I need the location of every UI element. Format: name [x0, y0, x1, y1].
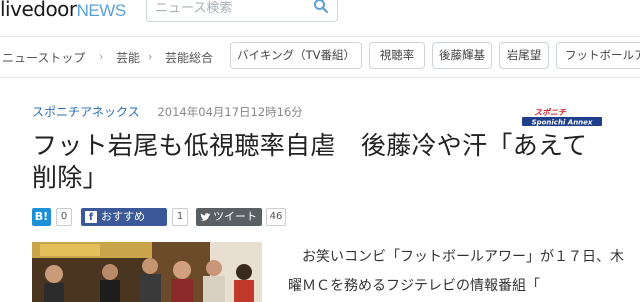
- twitter-bird-icon: [200, 213, 211, 221]
- sponichi-annex-logo[interactable]: スポニチ Sponichi Annex: [522, 106, 602, 126]
- article-title: フット岩尾も低視聴率自虐 後藤冷や汗「あえて削除」: [32, 131, 588, 192]
- tweet-label: ツイート: [213, 210, 257, 223]
- photo-image: [32, 242, 262, 302]
- tag-shichoritsu[interactable]: 視聴率: [369, 42, 425, 69]
- facebook-recommend-button[interactable]: f おすすめ: [81, 208, 167, 226]
- facebook-label: おすすめ: [101, 210, 145, 223]
- tag-iwao-nozomu[interactable]: 岩尾望: [499, 42, 549, 69]
- facebook-icon: f: [85, 211, 97, 223]
- hatena-bookmark-button[interactable]: B!: [32, 208, 51, 226]
- article-lead: お笑いコンビ「フットボールアワー」が１７日、木曜ＭＣを務めるフジテレビの情報番組…: [288, 243, 628, 301]
- site-logo[interactable]: livedoorNEWS: [0, 0, 126, 21]
- chevron-right-icon: ›: [148, 50, 153, 63]
- svg-text:スポニチ: スポニチ: [534, 108, 567, 117]
- search-input[interactable]: [155, 0, 305, 17]
- article-source[interactable]: スポニチアネックス: [32, 105, 140, 119]
- article-datetime: 2014年04月17日12時16分: [157, 105, 303, 119]
- facebook-count: 1: [172, 208, 188, 226]
- svg-text:Sponichi Annex: Sponichi Annex: [532, 118, 593, 126]
- tweet-button[interactable]: ツイート: [196, 208, 262, 226]
- article-photo[interactable]: [32, 242, 262, 302]
- tag-football-hour[interactable]: フットボールア: [556, 42, 640, 69]
- breadcrumb-bar: ニューストップ › 芸能 › 芸能総合 バイキング（TV番組） 視聴率 後藤輝基…: [0, 36, 640, 78]
- logo-livedoor: livedoor: [0, 0, 77, 21]
- tweet-count: 46: [266, 208, 286, 226]
- site-header: livedoorNEWS: [0, 0, 640, 30]
- search-icon[interactable]: [313, 0, 329, 14]
- search-box: [146, 0, 338, 22]
- tag-viking[interactable]: バイキング（TV番組）: [230, 42, 362, 69]
- article-meta: スポニチアネックス 2014年04月17日12時16分: [32, 103, 303, 120]
- breadcrumb-geinou[interactable]: 芸能: [116, 49, 140, 66]
- logo-news: NEWS: [76, 1, 127, 20]
- chevron-right-icon: ›: [99, 50, 104, 63]
- hatena-count: 0: [56, 208, 72, 226]
- breadcrumb-news-top[interactable]: ニューストップ: [2, 49, 85, 66]
- tag-goto-teruki[interactable]: 後藤輝基: [432, 42, 492, 69]
- lead-text: お笑いコンビ「フットボールアワー」が１７日、木曜ＭＣを務めるフジテレビの情報番組…: [288, 249, 624, 294]
- breadcrumb-geinou-sougou[interactable]: 芸能総合: [165, 49, 213, 66]
